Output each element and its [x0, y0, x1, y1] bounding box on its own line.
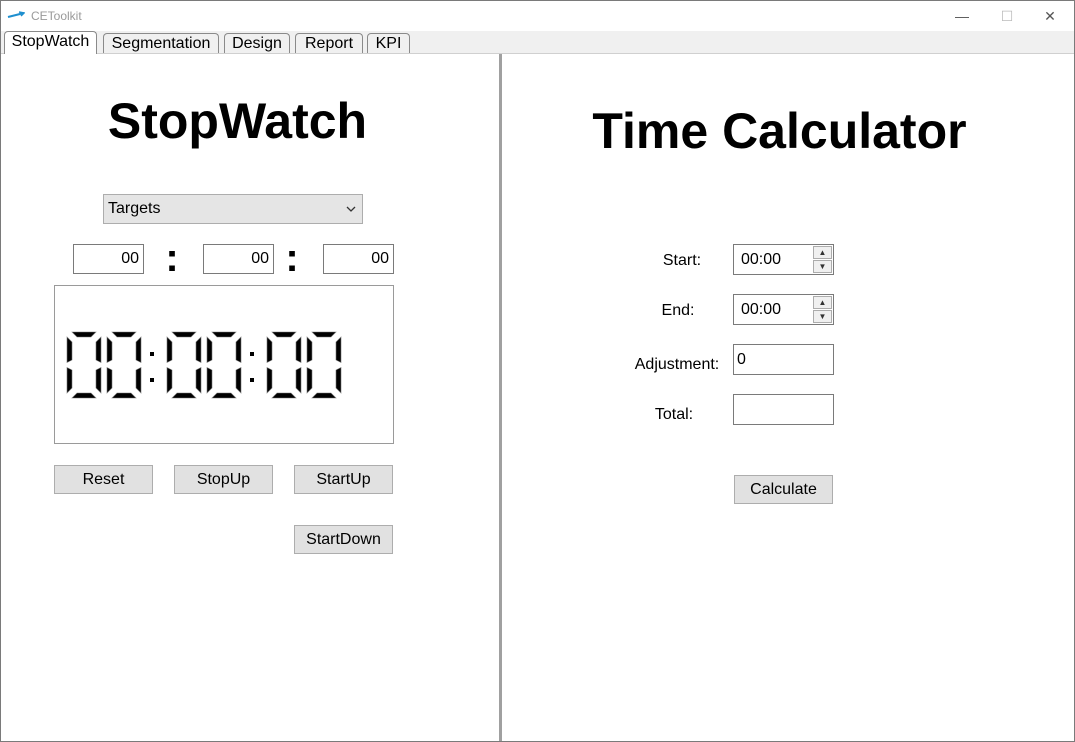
app-logo-icon — [7, 11, 25, 18]
lcd-segment — [335, 336, 342, 363]
lcd-segment — [135, 336, 142, 363]
time-calculator-title: Time Calculator — [592, 103, 967, 159]
close-icon: ✕ — [1044, 7, 1056, 24]
lcd-segment — [206, 336, 213, 363]
lcd-segment — [335, 367, 342, 394]
window-title: CEToolkit — [31, 9, 82, 23]
lcd-segment — [311, 392, 337, 399]
minutes-input[interactable]: 00 — [203, 244, 274, 274]
start-label: Start: — [662, 252, 702, 269]
spin-down-icon[interactable]: ▼ — [813, 260, 832, 273]
reset-button[interactable]: Reset — [54, 465, 153, 494]
minimize-button[interactable]: — — [939, 1, 985, 31]
end-time-value: 00:00 — [741, 301, 782, 318]
lcd-segment — [306, 367, 313, 394]
lcd-segment — [166, 367, 173, 394]
lcd-display — [54, 285, 394, 444]
colon-separator: : — [285, 236, 299, 280]
lcd-segment — [235, 367, 242, 394]
tab-design[interactable]: Design — [224, 33, 290, 53]
lcd-digit — [106, 331, 142, 399]
start-down-button[interactable]: StartDown — [294, 525, 393, 554]
lcd-segment — [171, 331, 197, 338]
lcd-segment — [266, 367, 273, 394]
app-window: CEToolkit — ☐ ✕ StopWatch Segmentation D… — [0, 0, 1075, 742]
targets-dropdown[interactable]: Targets — [103, 194, 363, 224]
lcd-digit — [66, 331, 102, 399]
lcd-segment — [235, 336, 242, 363]
lcd-colon-dot — [150, 352, 154, 356]
maximize-button[interactable]: ☐ — [984, 1, 1030, 31]
total-label: Total: — [654, 406, 694, 423]
lcd-digits — [66, 331, 342, 399]
title-bar: CEToolkit — ☐ ✕ — [1, 1, 1074, 31]
spin-up-icon[interactable]: ▲ — [813, 246, 832, 259]
lcd-segment — [195, 367, 202, 394]
lcd-digit — [166, 331, 202, 399]
stop-up-button[interactable]: StopUp — [174, 465, 273, 494]
lcd-segment — [135, 367, 142, 394]
end-time-spinbox[interactable]: 00:00 ▲ ▼ — [733, 294, 834, 325]
tab-stopwatch[interactable]: StopWatch — [4, 31, 97, 54]
lcd-segment — [106, 336, 113, 363]
lcd-colon-dot — [250, 352, 254, 356]
lcd-colon-dot — [250, 378, 254, 382]
lcd-segment — [95, 336, 102, 363]
lcd-segment — [211, 331, 237, 338]
lcd-segment — [266, 336, 273, 363]
lcd-digit — [306, 331, 342, 399]
dropdown-selected: Targets — [108, 200, 161, 217]
lcd-segment — [271, 392, 297, 399]
lcd-segment — [95, 367, 102, 394]
stopwatch-panel: StopWatch Targets 00 : 00 : 00 Reset Sto… — [1, 54, 499, 741]
seconds-input[interactable]: 00 — [323, 244, 394, 274]
lcd-segment — [206, 367, 213, 394]
lcd-segment — [306, 336, 313, 363]
tab-report[interactable]: Report — [295, 33, 363, 53]
spin-up-icon[interactable]: ▲ — [813, 296, 832, 309]
hours-input[interactable]: 00 — [73, 244, 144, 274]
start-time-spinbox[interactable]: 00:00 ▲ ▼ — [733, 244, 834, 275]
lcd-segment — [295, 336, 302, 363]
colon-separator: : — [165, 236, 179, 280]
lcd-segment — [171, 392, 197, 399]
total-field[interactable] — [733, 394, 834, 425]
end-label: End: — [661, 302, 695, 319]
lcd-digit — [266, 331, 302, 399]
tab-kpi[interactable]: KPI — [367, 33, 410, 53]
lcd-colon-dot — [150, 378, 154, 382]
lcd-segment — [111, 331, 137, 338]
lcd-segment — [71, 392, 97, 399]
calculate-button[interactable]: Calculate — [734, 475, 833, 504]
lcd-segment — [311, 331, 337, 338]
tab-segmentation[interactable]: Segmentation — [103, 33, 219, 53]
start-up-button[interactable]: StartUp — [294, 465, 393, 494]
lcd-segment — [211, 392, 237, 399]
adjustment-field[interactable]: 0 — [733, 344, 834, 375]
lcd-segment — [271, 331, 297, 338]
minimize-icon: — — [955, 8, 969, 24]
time-calculator-panel: Time Calculator Start: 00:00 ▲ ▼ End: 00… — [502, 54, 1074, 741]
lcd-segment — [195, 336, 202, 363]
lcd-segment — [106, 367, 113, 394]
close-button[interactable]: ✕ — [1027, 1, 1073, 31]
lcd-segment — [295, 367, 302, 394]
spin-down-icon[interactable]: ▼ — [813, 310, 832, 323]
start-time-value: 00:00 — [741, 251, 782, 268]
chevron-down-icon — [346, 195, 356, 233]
lcd-segment — [66, 336, 73, 363]
lcd-segment — [66, 367, 73, 394]
tab-strip: StopWatch Segmentation Design Report KPI — [1, 31, 1074, 54]
lcd-segment — [71, 331, 97, 338]
stopwatch-title: StopWatch — [107, 93, 368, 149]
lcd-segment — [111, 392, 137, 399]
maximize-icon: ☐ — [1000, 7, 1014, 24]
lcd-segment — [166, 336, 173, 363]
lcd-digit — [206, 331, 242, 399]
adjustment-label: Adjustment: — [634, 356, 720, 373]
